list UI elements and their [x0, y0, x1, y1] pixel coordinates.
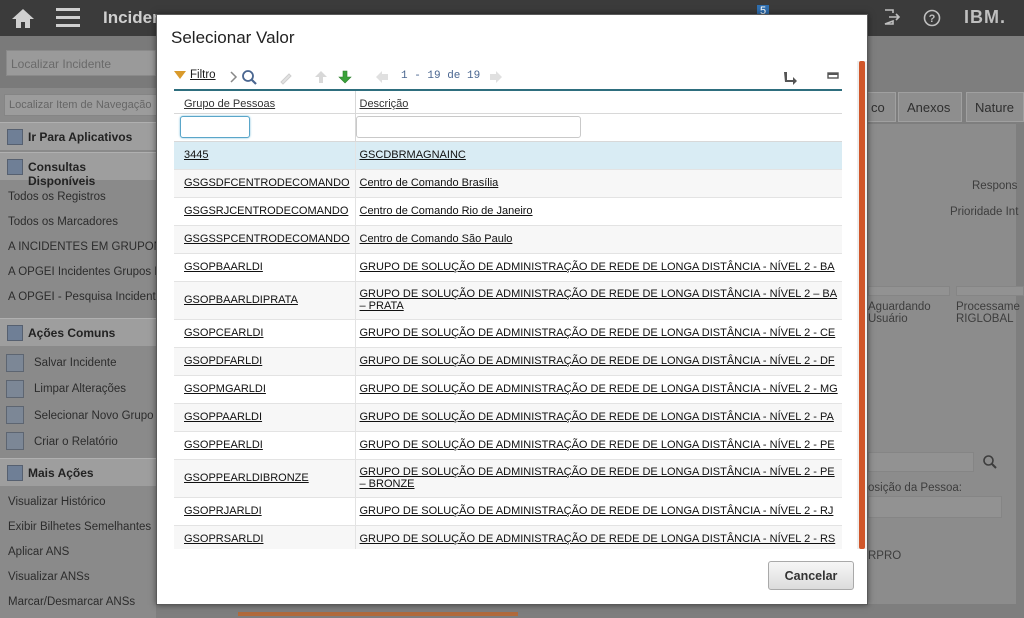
table-row[interactable]: GSOPPAARLDI GRUPO DE SOLUÇÃO DE ADMINISTR…: [174, 403, 842, 432]
menu-icon[interactable]: [56, 8, 80, 28]
table-row[interactable]: GSOPRJARLDI GRUPO DE SOLUÇÃO DE ADMINISTR…: [174, 497, 842, 526]
table-row[interactable]: GSGSRJCENTRODECOMANDO Centro de Comando R…: [174, 197, 842, 226]
field-label: RPRO: [868, 550, 902, 562]
query-item[interactable]: A INCIDENTES EM GRUPON: [8, 241, 162, 253]
description-filter-input[interactable]: [355, 116, 581, 138]
search-icon[interactable]: [982, 454, 998, 470]
table-row[interactable]: GSGSSPCENTRODECOMANDO Centro de Comando S…: [174, 225, 842, 254]
table-row[interactable]: GSOPMGARLDI GRUPO DE SOLUÇÃO DE ADMINISTR…: [174, 375, 842, 404]
app-title: Inciden: [103, 8, 163, 27]
chevron-right-icon[interactable]: [229, 69, 239, 85]
action-create-report[interactable]: Criar o Relatório: [34, 436, 118, 448]
table-row[interactable]: GSOPPEARLDI GRUPO DE SOLUÇÃO DE ADMINISTR…: [174, 431, 842, 460]
eraser-icon: [6, 380, 24, 398]
section-more-actions[interactable]: Mais Ações: [0, 458, 156, 486]
lightning-icon: [7, 465, 23, 481]
action-save-incident[interactable]: Salvar Incidente: [34, 357, 116, 369]
report-icon: [6, 432, 24, 450]
field-label: Prioridade Int: [950, 206, 1019, 218]
svg-text:?: ?: [929, 13, 936, 25]
save-icon: [6, 354, 24, 372]
incident-search-input[interactable]: Localizar Incidente: [6, 50, 156, 76]
more-action-item[interactable]: Exibir Bilhetes Semelhantes: [8, 521, 151, 533]
table-row[interactable]: 3445 GSCDBRMAGNAINC: [174, 141, 842, 170]
column-header-group[interactable]: Grupo de Pessoas: [174, 91, 355, 114]
home-icon[interactable]: [10, 7, 36, 29]
previous-page-icon: [376, 71, 388, 83]
table-row[interactable]: GSOPBAARLDI GRUPO DE SOLUÇÃO DE ADMINISTR…: [174, 253, 842, 282]
help-icon[interactable]: ?: [923, 9, 941, 27]
ibm-logo: IBM.: [964, 7, 1006, 27]
download-icon[interactable]: [782, 69, 798, 85]
table-row[interactable]: GSOPBAARLDIPRATA GRUPO DE SOLUÇÃO DE ADMI…: [174, 281, 842, 320]
cancel-button[interactable]: Cancelar: [768, 561, 854, 590]
arrow-up-icon: [315, 71, 327, 83]
table-row[interactable]: GSOPPEARLDIBRONZE GRUPO DE SOLUÇÃO DE ADM…: [174, 459, 842, 498]
status-label: Processame RIGLOBAL: [956, 301, 1020, 325]
sidebar: Localizar Item de Navegação Ir Para Apli…: [0, 88, 164, 618]
next-page-icon: [490, 71, 502, 83]
dialog-title: Selecionar Valor: [171, 28, 295, 47]
column-header-description[interactable]: Descrição: [354, 91, 842, 114]
more-action-item[interactable]: Marcar/Desmarcar ANSs: [8, 596, 135, 608]
select-value-dialog: Selecionar Valor Filtro 1 - 19 de 19 Gru…: [156, 14, 868, 605]
more-action-item[interactable]: Visualizar ANSs: [8, 571, 90, 583]
query-item[interactable]: A OPGEI - Pesquisa Incidente: [8, 291, 162, 303]
filter-link[interactable]: Filtro: [174, 69, 216, 81]
action-clear-changes[interactable]: Limpar Alterações: [34, 383, 126, 395]
field-label: Respons: [972, 180, 1018, 192]
action-select-group[interactable]: Selecionar Novo Grupo: [34, 410, 154, 422]
status-bar: [868, 286, 950, 296]
query-item[interactable]: Todos os Marcadores: [8, 216, 118, 228]
table-row[interactable]: GSOPCEARLDI GRUPO DE SOLUÇÃO DE ADMINISTR…: [174, 319, 842, 348]
scrollbar-thumb[interactable]: [859, 61, 865, 549]
section-common-actions[interactable]: Ações Comuns: [0, 318, 156, 346]
query-item[interactable]: A OPGEI Incidentes Grupos N: [8, 266, 163, 278]
more-action-item[interactable]: Aplicar ANS: [8, 546, 69, 558]
lightning-icon: [7, 325, 23, 341]
tab-natureza[interactable]: Nature: [966, 92, 1024, 122]
bg-input[interactable]: [868, 496, 1002, 518]
tab-anexos[interactable]: Anexos: [898, 92, 962, 122]
table-row[interactable]: GSGSDFCENTRODECOMANDO Centro de Comando B…: [174, 169, 842, 198]
clear-filter-icon: [280, 73, 292, 85]
section-goto-apps[interactable]: Ir Para Aplicativos: [0, 122, 156, 150]
group-icon: [6, 406, 24, 424]
queries-icon: [7, 159, 23, 175]
table-row[interactable]: GSOPRSARLDI GRUPO DE SOLUÇÃO DE ADMINISTR…: [174, 525, 842, 549]
arrow-down-icon[interactable]: [338, 69, 352, 85]
pager-text: 1 - 19 de 19: [401, 70, 481, 82]
status-label: Aguardando Usuário: [868, 301, 931, 325]
value-table: Grupo de Pessoas Descrição 3445 GSCDBRMAG…: [174, 91, 842, 549]
search-icon[interactable]: [241, 69, 259, 85]
nav-search-input[interactable]: Localizar Item de Navegação: [4, 94, 164, 116]
status-bar: [956, 286, 1024, 296]
progress-accent: [238, 612, 518, 616]
section-queries[interactable]: Consultas Disponíveis: [0, 152, 156, 188]
content-panel: [866, 124, 1016, 604]
table-toolbar: Filtro 1 - 19 de 19: [174, 67, 842, 89]
table-row[interactable]: GSOPDFARLDI GRUPO DE SOLUÇÃO DE ADMINISTR…: [174, 347, 842, 376]
filter-icon: [174, 71, 186, 79]
group-filter-input[interactable]: [180, 116, 250, 138]
field-label: osição da Pessoa:: [868, 482, 962, 494]
apps-icon: [7, 129, 23, 145]
more-action-item[interactable]: Visualizar Histórico: [8, 496, 106, 508]
query-item[interactable]: Todos os Registros: [8, 191, 106, 203]
bg-input[interactable]: [868, 452, 974, 472]
sign-out-icon[interactable]: [883, 9, 901, 25]
minimize-table-icon[interactable]: [826, 69, 840, 85]
